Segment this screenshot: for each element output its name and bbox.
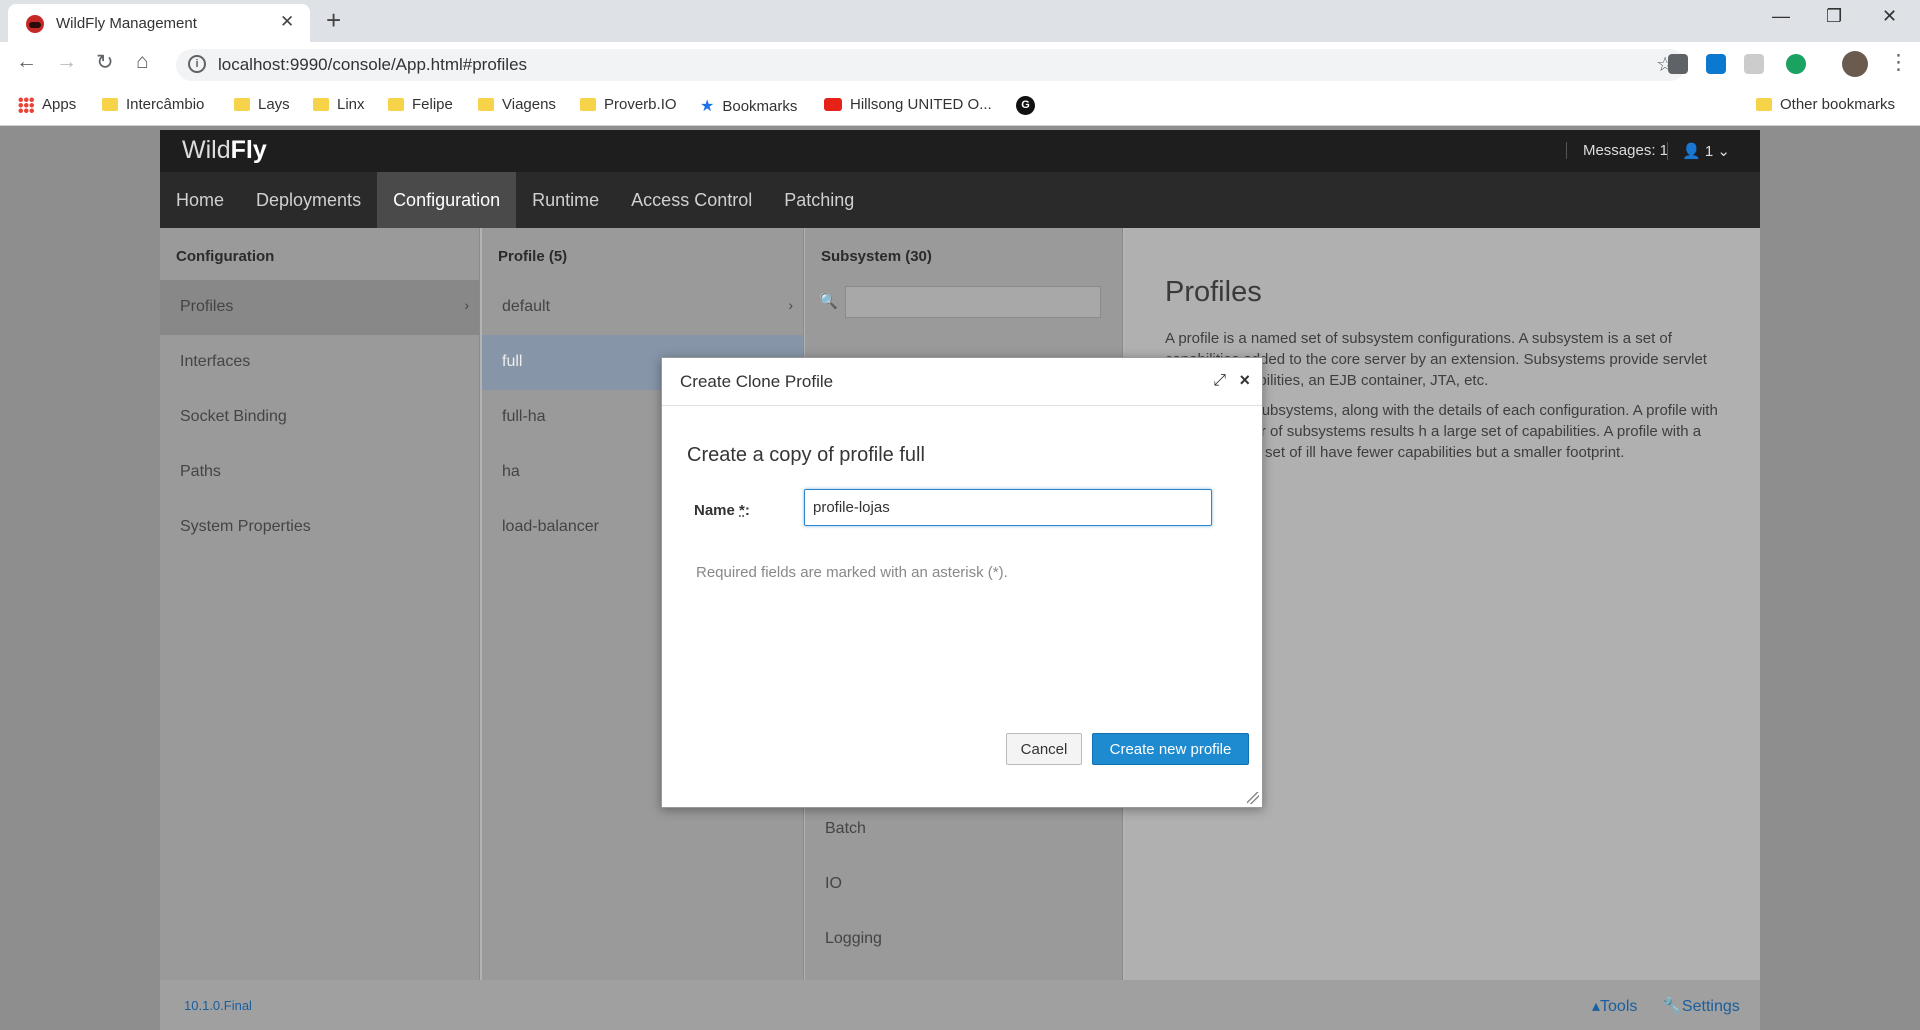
restore-icon[interactable]: ❐	[1826, 6, 1842, 27]
main-navigation: Home Deployments Configuration Runtime A…	[160, 172, 1760, 228]
subsystem-item-logging[interactable]: Logging	[805, 912, 1105, 967]
extension-m-icon[interactable]	[1744, 54, 1764, 74]
site-info-icon[interactable]: i	[188, 55, 206, 73]
bookmark-folder[interactable]: Linx	[313, 96, 365, 113]
wildfly-logo[interactable]: WildFly	[182, 136, 267, 165]
name-label: Name *:	[694, 502, 750, 519]
forward-icon[interactable]: →	[56, 50, 77, 74]
browser-toolbar: ← → ↻ ⌂ i localhost:9990/console/App.htm…	[0, 42, 1920, 88]
bookmark-folder[interactable]: Proverb.IO	[580, 96, 677, 113]
info-title: Profiles	[1165, 276, 1262, 308]
app-footer: 10.1.0.Final ▴Tools 🔧Settings	[160, 980, 1760, 1030]
nav-configuration[interactable]: Configuration	[377, 172, 517, 228]
browser-tab[interactable]: WildFly Management ✕	[8, 4, 310, 42]
nav-access-control[interactable]: Access Control	[615, 172, 768, 228]
dialog-title: Create Clone Profile	[662, 358, 1262, 406]
column-title: Subsystem (30)	[821, 248, 932, 265]
column-title: Profile (5)	[498, 248, 568, 265]
caret-up-icon: ▴	[1592, 998, 1601, 1015]
version-label: 10.1.0.Final	[184, 998, 252, 1013]
chevron-down-icon: ⌄	[1717, 143, 1730, 160]
bookmark-g[interactable]: G	[1016, 96, 1035, 115]
cancel-button[interactable]: Cancel	[1006, 733, 1082, 765]
bookmark-folder[interactable]: Lays	[234, 96, 290, 113]
minimize-icon[interactable]: —	[1772, 6, 1790, 27]
bookmark-youtube[interactable]: Hillsong UNITED O...	[824, 96, 992, 113]
configuration-column: Configuration Profiles › Interfaces Socke…	[160, 228, 480, 980]
user-icon: 👤	[1682, 143, 1701, 160]
config-item-paths[interactable]: Paths	[160, 445, 479, 500]
maximize-icon[interactable]: ⤢	[1213, 372, 1226, 390]
bookmark-folder[interactable]: Intercâmbio	[102, 96, 204, 113]
chevron-right-icon: ›	[788, 297, 793, 313]
create-clone-profile-dialog: Create Clone Profile ⤢ × Create a copy o…	[661, 357, 1263, 808]
dialog-subtitle: Create a copy of profile full	[687, 444, 925, 466]
bookmark-folder[interactable]: Viagens	[478, 96, 556, 113]
youtube-icon	[824, 98, 842, 111]
required-fields-note: Required fields are marked with an aster…	[696, 564, 1008, 581]
apps-grid-icon	[18, 96, 34, 113]
subsystem-item-io[interactable]: IO	[805, 857, 1105, 912]
folder-icon	[478, 98, 494, 111]
subsystem-filter-input[interactable]	[845, 286, 1101, 318]
reload-icon[interactable]: ↻	[96, 50, 114, 75]
trello-icon[interactable]	[1706, 54, 1726, 74]
folder-icon	[102, 98, 118, 111]
bookmark-bookmarks[interactable]: ★ Bookmarks	[700, 96, 797, 116]
folder-icon	[234, 98, 250, 111]
wrench-icon: 🔧	[1662, 998, 1682, 1015]
nav-patching[interactable]: Patching	[768, 172, 870, 228]
g-logo-icon: G	[1016, 96, 1035, 115]
search-icon: 🔍	[819, 293, 838, 310]
app-header: WildFly Messages: 1 👤 1 ⌄	[160, 130, 1760, 172]
tab-title: WildFly Management	[56, 15, 197, 32]
create-new-profile-button[interactable]: Create new profile	[1092, 733, 1249, 765]
browser-tab-strip: WildFly Management ✕ + — ❐ ✕	[0, 0, 1920, 42]
folder-icon	[313, 98, 329, 111]
new-tab-icon[interactable]: +	[326, 5, 341, 36]
subsystem-item-batch[interactable]: Batch	[805, 802, 1105, 857]
window-close-icon[interactable]: ✕	[1882, 6, 1897, 27]
bookmark-apps[interactable]: Apps	[18, 96, 76, 113]
config-item-system-properties[interactable]: System Properties	[160, 500, 479, 555]
resize-handle-icon[interactable]	[1247, 792, 1259, 804]
config-item-profiles[interactable]: Profiles ›	[160, 280, 479, 335]
chevron-right-icon: ›	[464, 297, 469, 313]
extension-green-icon[interactable]	[1786, 54, 1806, 74]
user-menu[interactable]: 👤 1 ⌄	[1667, 142, 1730, 160]
url-text: localhost:9990/console/App.html#profiles	[218, 55, 528, 74]
tab-close-icon[interactable]: ✕	[280, 12, 294, 32]
folder-icon	[1756, 98, 1772, 111]
bookmark-other[interactable]: Other bookmarks	[1756, 96, 1895, 113]
nav-deployments[interactable]: Deployments	[240, 172, 377, 228]
column-title: Configuration	[176, 248, 275, 265]
home-icon[interactable]: ⌂	[136, 50, 149, 74]
settings-link[interactable]: 🔧Settings	[1662, 996, 1740, 1016]
address-bar[interactable]: i localhost:9990/console/App.html#profil…	[176, 49, 1686, 81]
bookmark-folder[interactable]: Felipe	[388, 96, 453, 113]
extension-icon[interactable]	[1668, 54, 1688, 74]
back-icon[interactable]: ←	[16, 50, 37, 74]
folder-icon	[580, 98, 596, 111]
dialog-close-icon[interactable]: ×	[1239, 370, 1250, 391]
profile-item-default[interactable]: default ›	[482, 280, 803, 335]
tools-link[interactable]: ▴Tools	[1592, 996, 1637, 1016]
profile-name-input[interactable]	[804, 489, 1212, 526]
folder-icon	[388, 98, 404, 111]
menu-icon[interactable]: ⋮	[1888, 50, 1909, 75]
wildfly-favicon-icon	[26, 15, 44, 33]
config-item-socket-binding[interactable]: Socket Binding	[160, 390, 479, 445]
bookmarks-bar: Apps Intercâmbio Lays Linx Felipe Viagen…	[0, 88, 1920, 126]
config-item-interfaces[interactable]: Interfaces	[160, 335, 479, 390]
nav-home[interactable]: Home	[160, 172, 240, 228]
nav-runtime[interactable]: Runtime	[516, 172, 615, 228]
profile-avatar[interactable]	[1842, 51, 1868, 77]
messages-link[interactable]: Messages: 1	[1565, 142, 1668, 159]
star-icon: ★	[700, 98, 715, 115]
